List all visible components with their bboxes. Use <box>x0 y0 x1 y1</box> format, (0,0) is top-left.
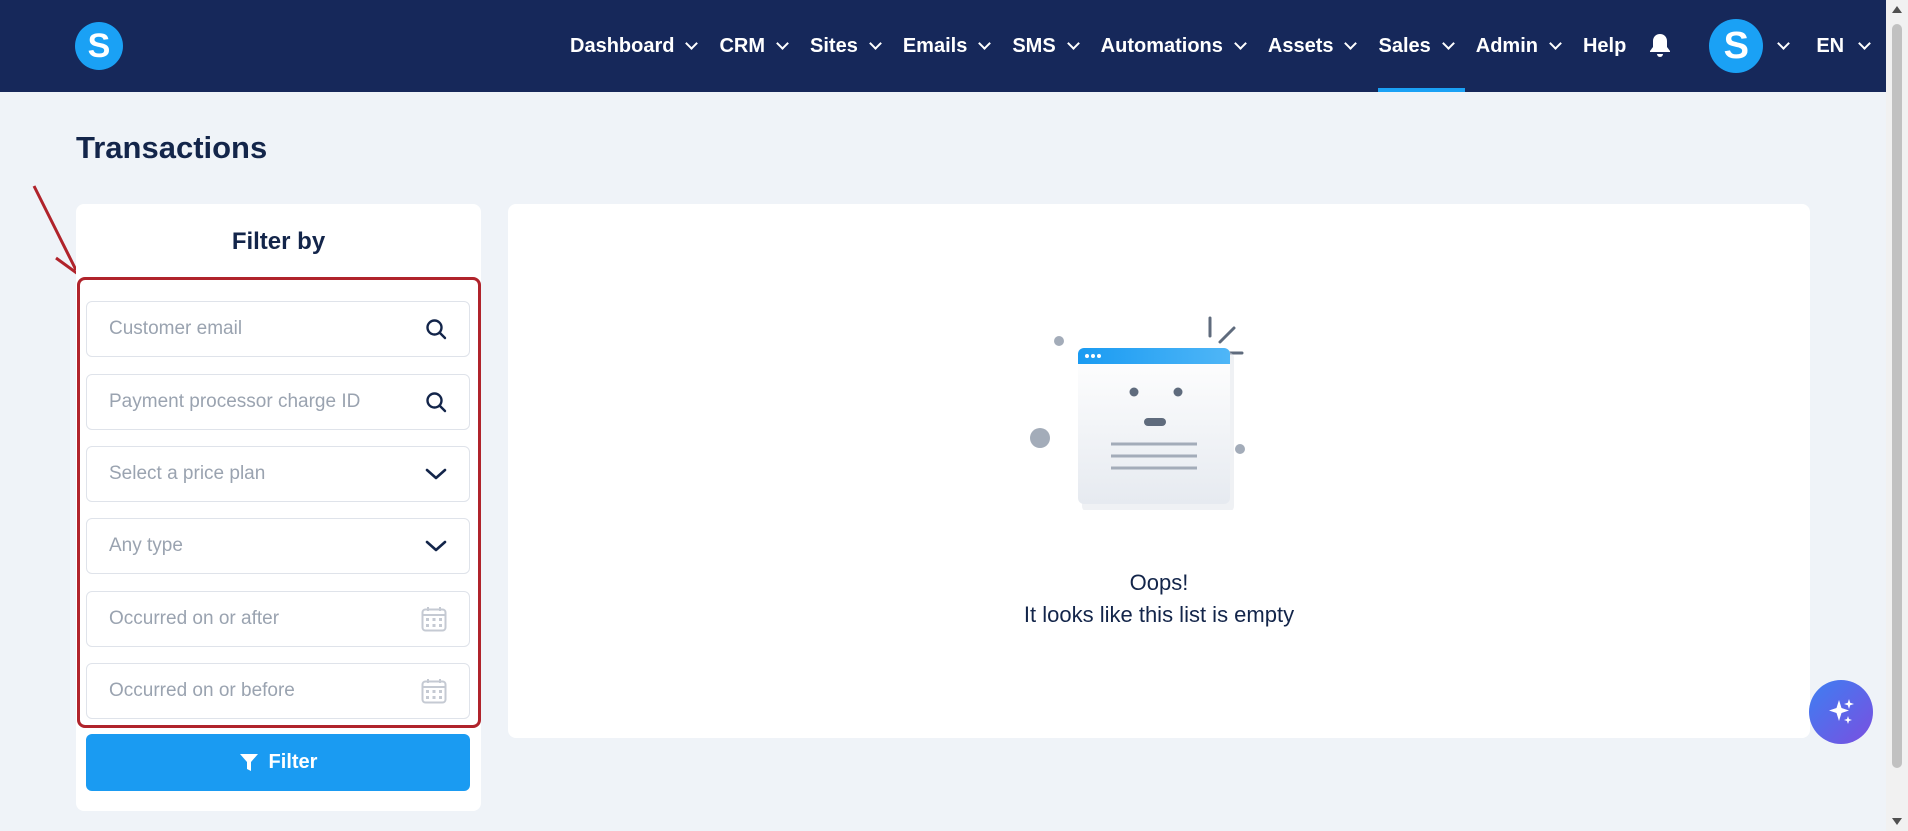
chevron-down-icon <box>425 539 447 553</box>
chevron-down-icon <box>1344 36 1358 50</box>
nav-label: Help <box>1582 34 1627 57</box>
chevron-down-icon <box>1549 36 1562 50</box>
search-icon[interactable] <box>425 318 447 340</box>
nav-label: Sites <box>810 34 858 57</box>
page-title: Transactions <box>76 130 268 165</box>
scroll-thumb[interactable] <box>1892 24 1902 768</box>
nav-item-dashboard[interactable]: Dashboard <box>570 0 699 92</box>
occurred-before-placeholder: Occurred on or before <box>109 680 295 701</box>
language-selector[interactable]: EN <box>1816 34 1871 58</box>
type-select[interactable]: Any type <box>86 518 470 574</box>
price-plan-placeholder: Select a price plan <box>109 463 266 484</box>
nav-item-admin[interactable]: Admin <box>1475 0 1562 92</box>
main-nav: Dashboard CRM Sites Emails SMS Automatio… <box>570 0 1871 92</box>
chevron-down-icon[interactable] <box>1777 36 1791 50</box>
type-placeholder: Any type <box>109 535 183 556</box>
bell-icon[interactable] <box>1649 33 1673 59</box>
charge-id-input[interactable]: Payment processor charge ID <box>86 374 470 430</box>
nav-label: Emails <box>902 34 968 57</box>
filter-button-label: Filter <box>268 751 318 773</box>
chevron-down-icon <box>978 36 992 50</box>
transactions-list-card <box>508 204 1810 738</box>
price-plan-select[interactable]: Select a price plan <box>86 446 470 502</box>
nav-item-sms[interactable]: SMS <box>1012 0 1080 92</box>
nav-item-crm[interactable]: CRM <box>719 0 789 92</box>
nav-label: Dashboard <box>570 34 675 57</box>
nav-label: Admin <box>1475 34 1538 57</box>
occurred-after-date-input[interactable]: Occurred on or after <box>86 591 470 647</box>
chevron-down-icon <box>868 36 882 50</box>
chevron-down-icon <box>425 467 447 481</box>
nav-item-assets[interactable]: Assets <box>1267 0 1358 92</box>
page-scrollbar[interactable] <box>1886 0 1908 831</box>
chevron-down-icon <box>685 36 699 50</box>
filter-button[interactable]: Filter <box>86 734 470 791</box>
customer-email-placeholder: Customer email <box>109 318 243 339</box>
nav-item-help[interactable]: Help <box>1583 0 1626 92</box>
chevron-down-icon <box>1858 36 1871 50</box>
nav-label: Sales <box>1378 34 1431 57</box>
filter-title: Filter by <box>231 228 326 255</box>
occurred-before-date-input[interactable]: Occurred on or before <box>86 663 470 719</box>
top-navigation-bar: S Dashboard CRM Sites Emails SMS Automat… <box>0 0 1886 92</box>
calendar-icon[interactable] <box>421 678 447 704</box>
occurred-after-placeholder: Occurred on or after <box>109 608 280 629</box>
filter-icon <box>239 753 258 771</box>
empty-list-illustration-icon <box>1030 316 1245 510</box>
empty-state-title: Oops! <box>1129 570 1189 595</box>
nav-item-automations[interactable]: Automations <box>1100 0 1247 92</box>
language-label: EN <box>1816 34 1845 57</box>
nav-label: Automations <box>1100 34 1223 57</box>
ai-assistant-button[interactable] <box>1809 680 1873 744</box>
charge-id-placeholder: Payment processor charge ID <box>109 391 361 412</box>
chevron-down-icon <box>776 36 789 50</box>
calendar-icon[interactable] <box>421 606 447 632</box>
nav-label: SMS <box>1012 34 1056 57</box>
customer-email-input[interactable]: Customer email <box>86 301 470 357</box>
search-icon[interactable] <box>425 391 447 413</box>
chevron-down-icon <box>1441 36 1455 50</box>
nav-label: CRM <box>719 34 766 57</box>
nav-item-sites[interactable]: Sites <box>810 0 882 92</box>
app-logo[interactable]: S <box>75 22 123 70</box>
chevron-down-icon <box>1066 36 1080 50</box>
nav-item-emails[interactable]: Emails <box>902 0 992 92</box>
chevron-down-icon <box>1234 36 1247 50</box>
scroll-up-arrow[interactable] <box>1892 6 1902 13</box>
nav-item-sales[interactable]: Sales <box>1378 0 1466 92</box>
user-avatar[interactable]: S <box>1709 19 1764 73</box>
scroll-down-arrow[interactable] <box>1892 818 1902 825</box>
sparkle-icon <box>1829 699 1854 724</box>
empty-state-message: It looks like this list is empty <box>1023 602 1295 627</box>
nav-label: Assets <box>1267 34 1334 57</box>
